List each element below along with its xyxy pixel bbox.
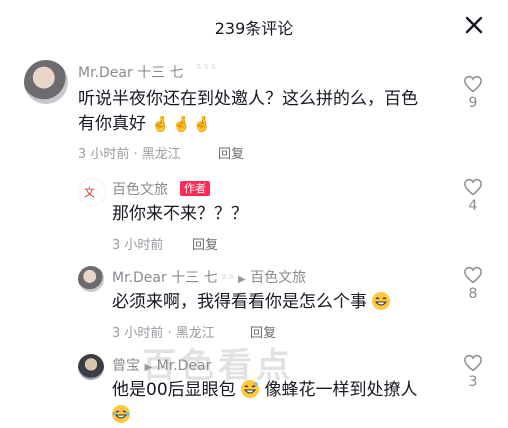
watermark: 百色看点	[142, 346, 294, 386]
comments-count-title: 239条评论	[214, 19, 294, 38]
comment-time: 3 小时前	[112, 238, 164, 253]
comment-text: 听说半夜你还在到处邀人？这么拼的么，百色 有你真好 🤞 🤞 🤞	[78, 87, 418, 137]
reply-button[interactable]: 回复	[192, 234, 218, 253]
like-button[interactable]: 3	[462, 354, 484, 390]
comment-username-text: 曾宝	[112, 358, 140, 374]
close-icon[interactable]	[462, 13, 486, 37]
comment-text-content: 必须来啊，我得看看你是怎么个事	[112, 292, 367, 312]
crossed-fingers-emoji: 🤞	[151, 115, 171, 133]
comment-username[interactable]: 百色文旅	[112, 179, 168, 199]
comment-text: 必须来啊，我得看看你是怎么个事	[112, 290, 391, 315]
heart-icon	[464, 75, 482, 93]
like-count: 9	[468, 95, 478, 111]
avatar[interactable]	[78, 266, 104, 292]
grin-emoji	[372, 292, 391, 310]
crossed-fingers-emoji: 🤞	[192, 115, 212, 133]
crossed-fingers-emoji: 🤞	[172, 115, 191, 133]
comment-text-line: 听说半夜你还在到处邀人？这么拼的么，百色	[78, 89, 418, 109]
heart-icon	[464, 354, 482, 372]
reply-to-username[interactable]: 百色文旅	[250, 270, 306, 286]
like-count: 8	[468, 286, 478, 302]
comment-username-text: Mr.Dear 十三 七	[112, 270, 218, 286]
comment-reply-item: Mr.Dear 十三 七 ᵕ̈ ᵕ̈ ▶ 百色文旅 必须来啊，我得看看你是怎么个…	[0, 258, 508, 343]
like-button[interactable]: 4	[462, 178, 484, 214]
avatar[interactable]: 文	[78, 178, 106, 206]
heart-icon	[464, 178, 482, 196]
comment-reply-item: 文 百色文旅 作者 那你来不来？？？ 3 小时前 回复 4	[0, 170, 508, 255]
like-button[interactable]: 9	[462, 75, 484, 111]
comment-text-line: 有你真好	[78, 114, 146, 134]
like-button[interactable]: 8	[462, 266, 484, 302]
comment-text: 那你来不来？？？	[112, 204, 248, 224]
avatar[interactable]	[78, 354, 104, 380]
comment-username[interactable]: Mr.Dear 十三 七 ᵕ̈ ᵕ̈ ▶ 百色文旅	[112, 267, 306, 287]
avatar[interactable]	[24, 60, 68, 104]
laughing-tears-emoji	[112, 405, 130, 423]
reply-arrow-icon: ▶	[238, 274, 246, 285]
like-count: 4	[468, 198, 478, 214]
author-badge: 作者	[180, 181, 210, 196]
heart-icon	[464, 266, 482, 284]
comments-header: 239条评论	[0, 0, 508, 52]
comment-item: Mr.Dear 十三 七 ᵕ̈ ᵕ̈ ᵕ̈ 听说半夜你还在到处邀人？这么拼的么，…	[0, 55, 508, 165]
reply-button[interactable]: 回复	[218, 143, 244, 162]
comment-time-location: 3 小时前 · 黑龙江	[78, 147, 181, 162]
comment-username[interactable]: Mr.Dear 十三 七	[78, 62, 184, 82]
like-count: 3	[468, 374, 478, 390]
svg-text:文: 文	[84, 185, 95, 199]
